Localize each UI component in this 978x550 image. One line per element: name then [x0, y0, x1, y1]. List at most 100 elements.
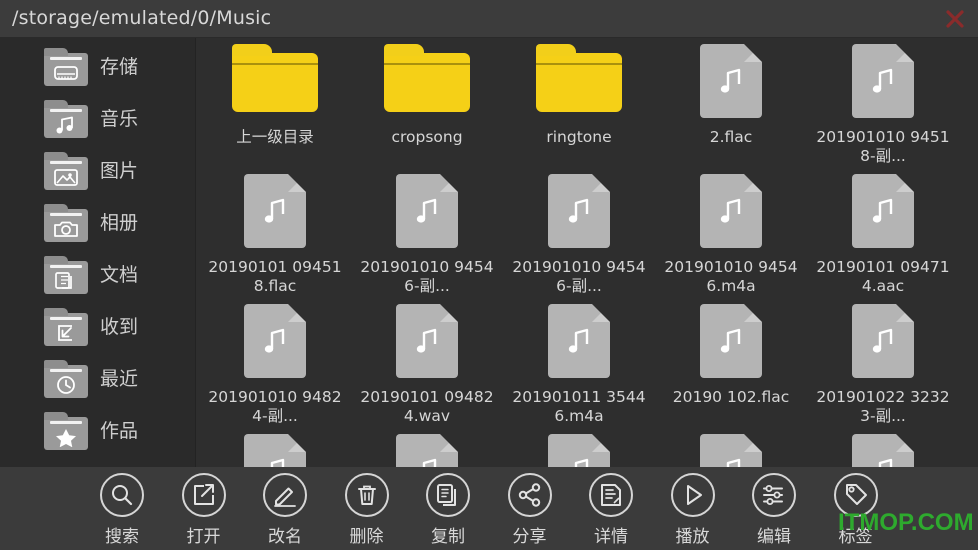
sidebar-item-4[interactable]: 相册	[44, 200, 194, 246]
sidebar-item-label: 存储	[100, 55, 139, 78]
star-icon	[44, 412, 88, 450]
toolbar-button-label: 打开	[186, 527, 221, 547]
toolbar-button-label: 分享	[512, 527, 547, 547]
sidebar-item-label: 收到	[100, 315, 139, 338]
title-bar: /storage/emulated/0/Music	[0, 0, 978, 38]
audio-file-icon	[807, 434, 959, 467]
audio-file-icon	[351, 304, 503, 384]
toolbar-button-label: 搜索	[105, 527, 139, 547]
file-item[interactable]: 201901011 35446.m4a	[503, 304, 655, 426]
sidebar[interactable]: 存储音乐图片相册文档收到最近作品	[0, 38, 196, 467]
toolbar-button-4[interactable]: 删除	[326, 473, 408, 547]
toolbar-button-label: 改名	[268, 527, 302, 547]
sidebar-item-5[interactable]: 文档	[44, 252, 194, 298]
file-name-label: 201901010 94824-副...	[208, 388, 342, 425]
folder-icon	[199, 44, 351, 124]
file-item[interactable]: 201901010 94546-副...	[503, 174, 655, 296]
toolbar-button-6[interactable]: 分享	[489, 473, 571, 547]
toolbar-button-9[interactable]: 编辑	[733, 473, 815, 547]
file-name-label: ringtone	[546, 128, 612, 146]
file-name-label: 2.flac	[709, 128, 753, 146]
sidebar-item-label: 作品	[100, 419, 139, 442]
folder-item[interactable]: 上一级目录	[199, 44, 351, 147]
file-grid[interactable]: 上一级目录 cropsong ringtone 2.flac 201901010 945…	[197, 38, 978, 467]
audio-file-icon	[503, 304, 655, 384]
file-name-label: 20190101 094518.flac	[208, 258, 342, 295]
audio-file-icon	[807, 44, 959, 124]
toolbar-button-7[interactable]: 详情	[570, 473, 652, 547]
toolbar-button-label: 播放	[675, 527, 710, 547]
file-item[interactable]: 201901010 94546.m4a	[655, 174, 807, 296]
sidebar-item-8[interactable]: 作品	[44, 408, 194, 454]
toolbar-button-3[interactable]: 改名	[244, 473, 326, 547]
file-item[interactable]: 2.flac	[655, 44, 807, 147]
file-item[interactable]: 20190101 094824.wav	[351, 304, 503, 426]
sidebar-item-7[interactable]: 最近	[44, 356, 194, 402]
file-item[interactable]: 201901010 94518-副...	[807, 44, 959, 166]
audio-file-icon	[199, 304, 351, 384]
file-item[interactable]	[655, 434, 807, 467]
toolbar-button-5[interactable]: 复制	[407, 473, 489, 547]
audio-file-icon	[807, 304, 959, 384]
file-item[interactable]	[807, 434, 959, 467]
sidebar-item-1[interactable]: 存储	[44, 44, 194, 90]
toolbar-button-label: 复制	[431, 527, 465, 547]
audio-file-icon	[351, 434, 503, 467]
file-name-label: 201901010 94546.m4a	[664, 258, 798, 295]
folder-item[interactable]: ringtone	[503, 44, 655, 147]
close-button[interactable]	[938, 4, 972, 34]
file-name-label: 201901010 94546-副...	[360, 258, 494, 295]
sidebar-item-label: 最近	[100, 367, 139, 390]
file-name-label: 201901011 35446.m4a	[512, 388, 646, 425]
audio-file-icon	[351, 174, 503, 254]
trash-icon	[344, 473, 389, 517]
sidebar-item-label: 文档	[100, 263, 139, 286]
audio-file-icon	[503, 434, 655, 467]
sidebar-item-6[interactable]: 收到	[44, 304, 194, 350]
file-item[interactable]: 201901022 32323-副...	[807, 304, 959, 426]
copy-icon	[426, 473, 470, 517]
file-item[interactable]: 201901010 94824-副...	[199, 304, 351, 426]
folder-icon	[503, 44, 655, 124]
audio-file-icon	[655, 44, 807, 124]
sidebar-item-3[interactable]: 图片	[44, 148, 194, 194]
toolbar-button-8[interactable]: 播放	[652, 473, 734, 547]
folder-item[interactable]: cropsong	[351, 44, 503, 147]
sidebar-item-label: 图片	[100, 159, 139, 182]
file-name-label: 20190 102.flac	[672, 388, 790, 406]
details-icon	[589, 473, 633, 517]
file-name-label: 201901022 32323-副...	[816, 388, 950, 425]
sidebar-item-2[interactable]: 音乐	[44, 96, 194, 142]
storage-drive-icon	[44, 48, 88, 86]
file-item[interactable]: 20190 102.flac	[655, 304, 807, 407]
toolbar-button-label: 删除	[349, 527, 384, 547]
file-name-label: 上一级目录	[236, 128, 314, 146]
audio-file-icon	[655, 304, 807, 384]
file-item[interactable]	[199, 434, 351, 467]
file-item[interactable]: 20190101 094714.aac	[807, 174, 959, 296]
folder-icon	[351, 44, 503, 124]
file-name-label: 201901010 94546-副...	[512, 258, 646, 295]
audio-file-icon	[503, 174, 655, 254]
documents-icon	[44, 256, 88, 294]
audio-file-icon	[199, 174, 351, 254]
file-name-label: 20190101 094824.wav	[360, 388, 494, 425]
close-x-icon	[946, 10, 964, 28]
pencil-rename-icon	[263, 473, 307, 517]
share-icon	[507, 473, 552, 517]
file-manager-window: /storage/emulated/0/Music 存储音乐图片相册文档收到最近…	[0, 0, 978, 550]
audio-file-icon	[807, 174, 959, 254]
search-icon	[100, 473, 144, 517]
file-name-label: cropsong	[391, 128, 463, 146]
toolbar-button-1[interactable]: 搜索	[81, 473, 163, 547]
toolbar-button-2[interactable]: 打开	[163, 473, 245, 547]
sidebar-item-label: 音乐	[100, 107, 139, 130]
bottom-toolbar[interactable]: 搜索 打开 改名 删除 复制 分享 详情 播放 编辑 标签	[0, 467, 978, 550]
toolbar-button-label: 详情	[594, 527, 628, 547]
file-item[interactable]	[503, 434, 655, 467]
file-item[interactable]: 20190101 094518.flac	[199, 174, 351, 296]
music-note-icon	[44, 100, 88, 138]
picture-icon	[44, 152, 88, 190]
file-item[interactable]: 201901010 94546-副...	[351, 174, 503, 296]
file-item[interactable]	[351, 434, 503, 467]
